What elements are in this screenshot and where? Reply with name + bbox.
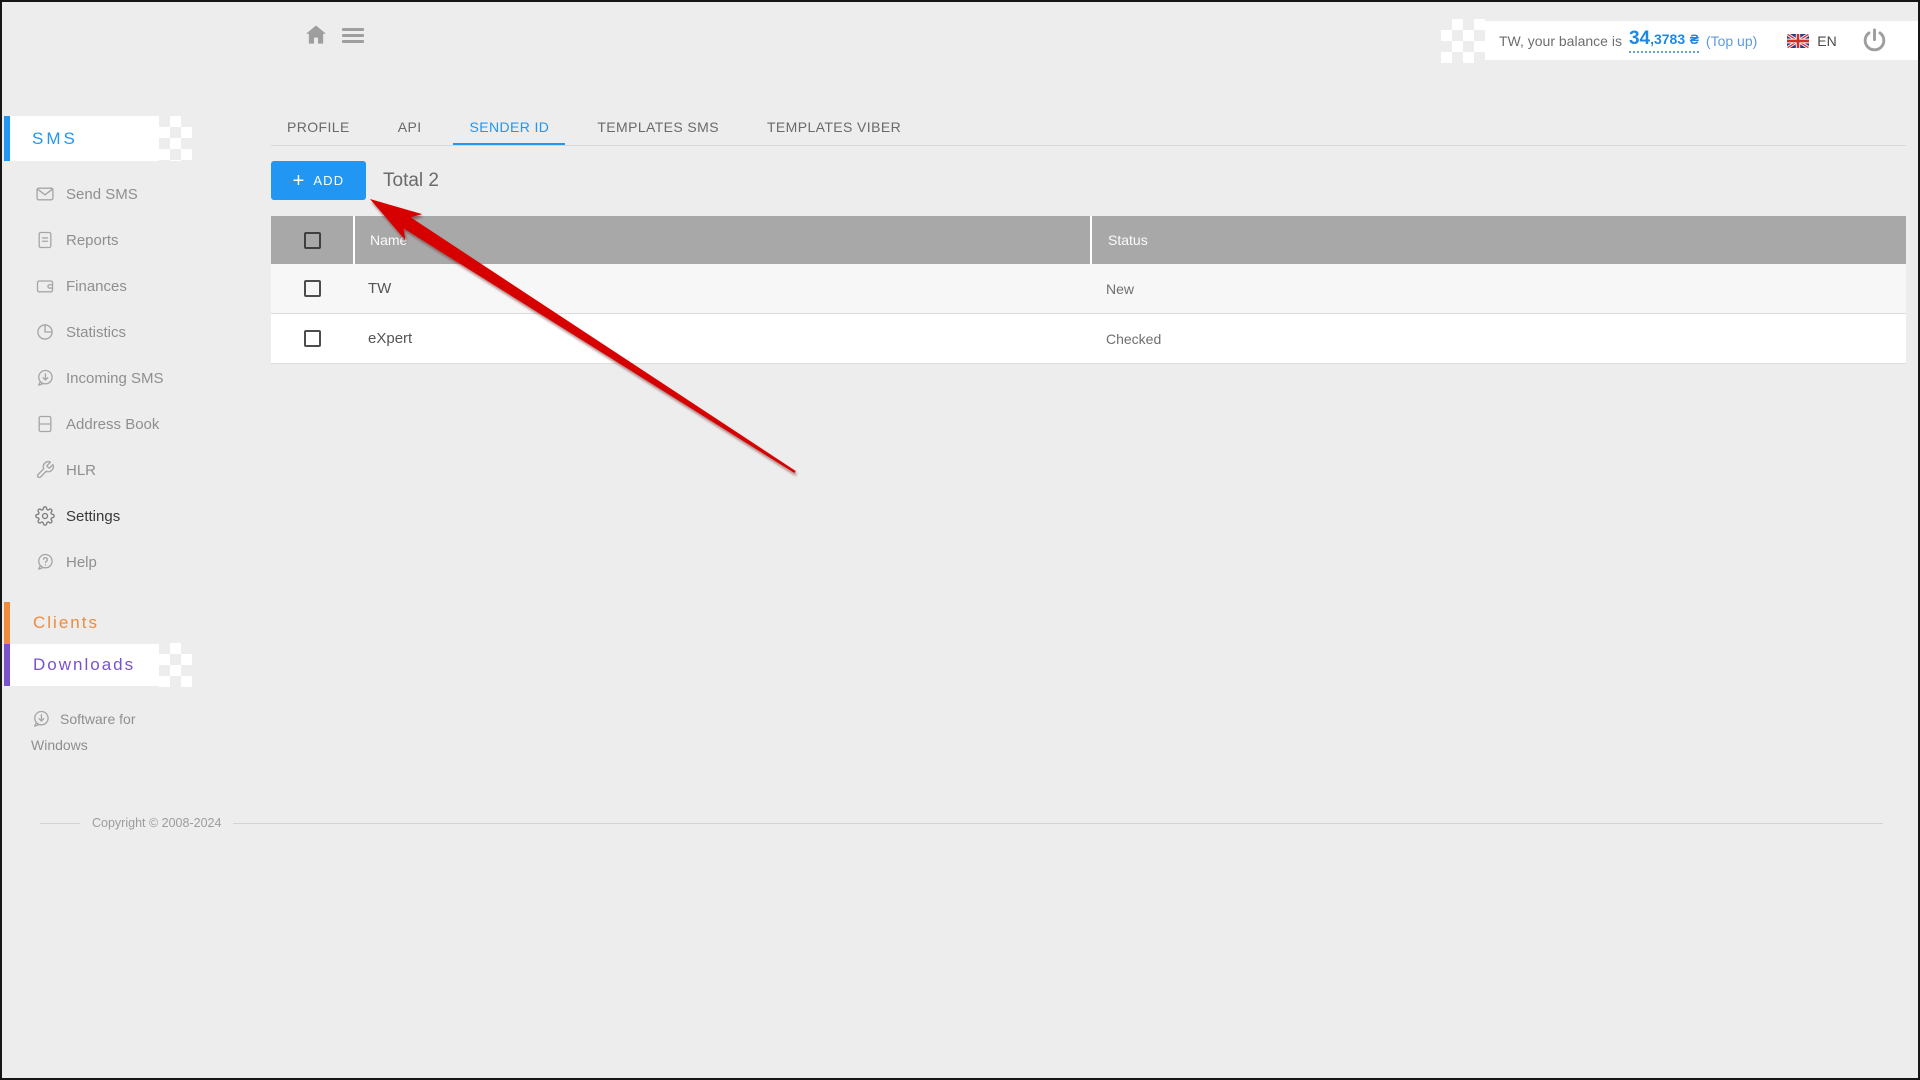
sidebar-item-label: Address Book	[66, 416, 159, 433]
pixel-decor	[1441, 19, 1485, 63]
cell-status: Checked	[1090, 314, 1906, 363]
sidebar-item-label: Statistics	[66, 324, 126, 341]
sidebar-item-statistics[interactable]: Statistics	[2, 309, 232, 355]
tab-profile[interactable]: PROFILE	[271, 110, 366, 146]
sidebar-item-send-sms[interactable]: Send SMS	[2, 171, 232, 217]
sidebar-item-label: HLR	[66, 462, 96, 479]
language-code: EN	[1817, 33, 1836, 49]
sidebar-section-sms-label: SMS	[32, 129, 78, 149]
copyright: Copyright © 2008-2024	[40, 816, 1883, 830]
wallet-icon	[35, 276, 55, 296]
table-row: eXpert Checked	[271, 314, 1906, 364]
gear-icon	[35, 506, 55, 526]
header-name: Name	[353, 216, 1090, 264]
sidebar-item-settings[interactable]: Settings	[2, 493, 232, 539]
document-icon	[35, 230, 55, 250]
tab-sender-id[interactable]: SENDER ID	[453, 110, 565, 146]
sidebar-item-hlr[interactable]: HLR	[2, 447, 232, 493]
sidebar-item-label: Help	[66, 554, 97, 571]
tab-templates-viber[interactable]: TEMPLATES VIBER	[751, 110, 917, 146]
cell-status: New	[1090, 264, 1906, 313]
balance-bar: TW, your balance is 34,3783 ₴ (Top up) E…	[1485, 21, 1918, 60]
sidebar-section-clients[interactable]: Clients	[4, 602, 159, 644]
logout-power-icon[interactable]	[1861, 27, 1888, 54]
sender-id-table: Name Status TW New eXpert Checked	[271, 216, 1906, 364]
pixel-decor	[159, 643, 192, 687]
plus-icon: +	[293, 171, 305, 191]
copyright-text: Copyright © 2008-2024	[92, 816, 221, 830]
table-row: TW New	[271, 264, 1906, 314]
pie-chart-icon	[35, 322, 55, 342]
header-status: Status	[1090, 216, 1906, 264]
sidebar-section-downloads-label: Downloads	[33, 655, 135, 675]
incoming-message-icon	[35, 368, 55, 388]
wrench-icon	[35, 460, 55, 480]
topup-link[interactable]: (Top up)	[1706, 33, 1757, 49]
settings-tabs: PROFILE API SENDER ID TEMPLATES SMS TEMP…	[271, 110, 917, 146]
uk-flag-icon	[1787, 34, 1809, 48]
app-window: TW, your balance is 34,3783 ₴ (Top up) E…	[0, 0, 1920, 1080]
download-icon	[31, 709, 51, 729]
sidebar-item-label: Reports	[66, 232, 119, 249]
row-checkbox[interactable]	[304, 330, 321, 347]
pixel-decor	[159, 116, 192, 161]
row-checkbox[interactable]	[304, 280, 321, 297]
sidebar-item-label: Settings	[66, 508, 120, 525]
menu-toggle-icon[interactable]	[342, 28, 364, 44]
total-count: Total 2	[383, 168, 439, 194]
sidebar-section-clients-label: Clients	[33, 613, 99, 633]
sidebar-item-address-book[interactable]: Address Book	[2, 401, 232, 447]
language-selector[interactable]: EN	[1787, 33, 1836, 49]
tab-api[interactable]: API	[382, 110, 438, 146]
home-icon[interactable]	[303, 22, 329, 48]
sidebar-item-reports[interactable]: Reports	[2, 217, 232, 263]
address-book-icon	[35, 414, 55, 434]
sidebar-item-help[interactable]: Help	[2, 539, 232, 585]
add-button[interactable]: + ADD	[271, 161, 366, 200]
envelope-icon	[35, 184, 55, 204]
sidebar-item-label: Send SMS	[66, 186, 138, 203]
sidebar-section-downloads[interactable]: Downloads	[4, 644, 159, 686]
select-all-checkbox[interactable]	[304, 232, 321, 249]
sidebar-item-finances[interactable]: Finances	[2, 263, 232, 309]
help-icon	[35, 552, 55, 572]
cell-name: TW	[353, 264, 1090, 313]
tabs-divider	[271, 145, 1906, 146]
sidebar-item-label: Incoming SMS	[66, 370, 164, 387]
balance-label: TW, your balance is	[1499, 33, 1622, 49]
tab-templates-sms[interactable]: TEMPLATES SMS	[581, 110, 735, 146]
table-header-row: Name Status	[271, 216, 1906, 264]
sidebar-item-incoming-sms[interactable]: Incoming SMS	[2, 355, 232, 401]
sidebar-menu: Send SMS Reports Finances Statistics Inc…	[2, 171, 232, 585]
sidebar-item-label: Finances	[66, 278, 127, 295]
balance-amount[interactable]: 34,3783 ₴	[1629, 28, 1699, 53]
sidebar-item-software-for-windows[interactable]: Software for Windows	[31, 706, 179, 758]
cell-name: eXpert	[353, 314, 1090, 363]
sidebar-section-sms[interactable]: SMS	[4, 116, 159, 161]
header-checkbox-cell	[271, 216, 353, 264]
